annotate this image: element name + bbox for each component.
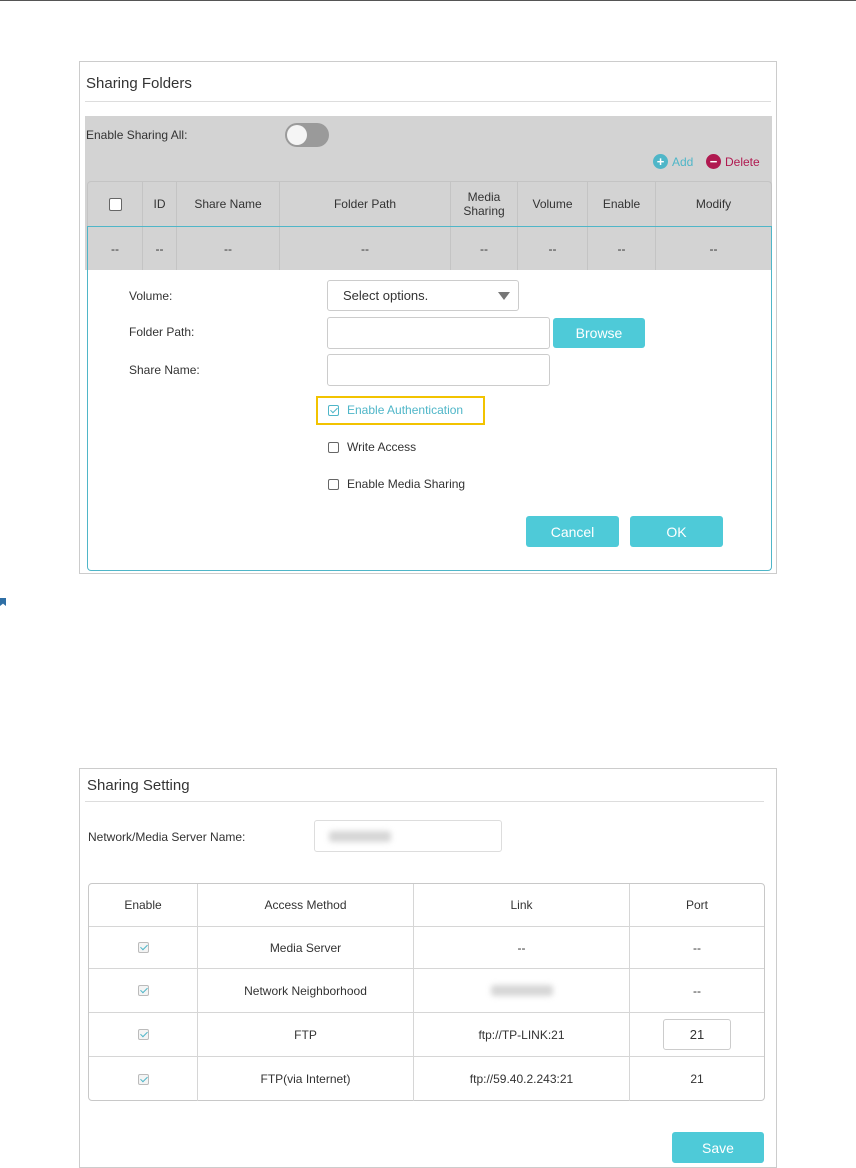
column-header: Link [414,884,630,926]
port-cell: 21 [630,1013,764,1056]
select-all-checkbox[interactable] [108,197,122,211]
table-row: Media Server -- -- [89,927,764,969]
chevron-down-icon [498,292,510,300]
sharing-setting-panel: Sharing Setting Network/Media Server Nam… [79,768,777,1168]
port: -- [693,940,701,955]
column-header: Port [685,898,708,912]
folders-table-header: ID Share Name Folder Path Media Sharing … [87,181,772,226]
table-cell: -- [177,227,280,270]
table-cell: -- [451,227,518,270]
media-sharing-checkbox[interactable] [328,478,339,490]
ftp-enable-checkbox[interactable] [137,1029,149,1040]
table-cell: -- [143,227,177,270]
delete-button[interactable]: − Delete [706,154,760,169]
access-method: FTP [198,1013,414,1056]
media-server-enable-checkbox[interactable] [137,942,149,953]
add-button[interactable]: + Add [653,154,693,169]
link: ftp://TP-LINK:21 [414,1013,630,1056]
server-name-input[interactable] [314,820,502,852]
folder-path-label: Folder Path: [129,325,195,339]
column-header: Access Method [198,884,414,926]
column-header: Enable [89,884,198,926]
select-all-cell[interactable] [88,182,143,226]
write-access-checkbox[interactable] [328,441,339,453]
ftp-internet-enable-checkbox[interactable] [137,1073,149,1085]
enable-authentication-checkbox[interactable] [328,404,339,416]
enable-cell [89,927,198,968]
access-method: Media Server [198,927,414,968]
link: -- [414,927,630,968]
column-header: Media Sharing [451,182,518,226]
column-header: Share Name [177,182,280,226]
minus-circle-icon: − [706,154,721,169]
enable-sharing-all-label: Enable Sharing All: [86,128,188,142]
enable-authentication-label: Enable Authentication [347,403,464,417]
folder-path-input[interactable] [327,317,550,349]
plus-circle-icon: + [653,154,668,169]
toggle-knob [287,125,307,145]
table-cell: -- [709,241,718,256]
table-row: FTP(via Internet) ftp://59.40.2.243:21 2… [89,1057,764,1101]
enable-cell [89,969,198,1012]
access-method: Network Neighborhood [198,969,414,1012]
title-divider [85,101,771,102]
cancel-button[interactable]: Cancel [526,516,619,547]
write-access-label: Write Access [347,440,417,454]
table-header-row: Enable Access Method Link Port [89,884,764,927]
panel-title: Sharing Setting [87,777,190,794]
redacted-value [329,831,391,842]
add-label: Add [672,154,694,169]
table-cell: -- [518,227,588,270]
top-divider [0,0,856,1]
table-cell: -- [588,227,656,270]
network-neighborhood-enable-checkbox[interactable] [137,985,149,996]
access-method: FTP(via Internet) [198,1057,414,1101]
volume-select[interactable]: Select options. [327,280,519,311]
delete-label: Delete [725,154,760,169]
write-access-option[interactable]: Write Access [328,440,416,454]
column-header: ID [143,182,177,226]
media-sharing-option[interactable]: Enable Media Sharing [328,477,465,491]
port: -- [693,983,701,998]
table-row: Network Neighborhood -- [89,969,764,1013]
volume-label: Volume: [129,289,173,303]
ok-button[interactable]: OK [630,516,723,547]
redacted-link [490,985,553,996]
enable-cell [89,1013,198,1056]
save-button[interactable]: Save [672,1132,764,1163]
panel-title: Sharing Folders [86,75,192,92]
server-name-label: Network/Media Server Name: [88,830,246,844]
column-header: Folder Path [280,182,451,226]
enable-sharing-all-toggle[interactable] [285,123,329,147]
share-name-input[interactable] [327,354,550,386]
access-methods-table: Enable Access Method Link Port Media Ser… [88,883,765,1101]
link: ftp://59.40.2.243:21 [414,1057,630,1101]
ftp-port-input[interactable]: 21 [663,1019,731,1050]
browse-button[interactable]: Browse [553,318,645,348]
bookmark-icon [0,598,6,606]
column-header: Volume [518,182,588,226]
column-header: Modify [695,197,732,211]
table-cell: -- [280,227,451,270]
column-header: Enable [588,182,656,226]
share-name-label: Share Name: [129,363,200,377]
enable-cell [89,1057,198,1101]
table-row: FTP ftp://TP-LINK:21 21 [89,1013,764,1057]
sharing-folders-panel: Sharing Folders Enable Sharing All: + Ad… [79,61,777,574]
table-cell: -- [88,227,143,270]
enable-authentication-option[interactable]: Enable Authentication [328,403,463,417]
link-cell [414,969,630,1012]
port: 21 [690,1072,704,1086]
edit-folder-form: Volume: Select options. Folder Path: Bro… [87,270,772,571]
volume-select-value: Select options. [343,288,429,303]
media-sharing-label: Enable Media Sharing [347,477,466,491]
table-row: -- -- -- -- -- -- -- -- [87,226,772,270]
title-divider [85,801,764,802]
